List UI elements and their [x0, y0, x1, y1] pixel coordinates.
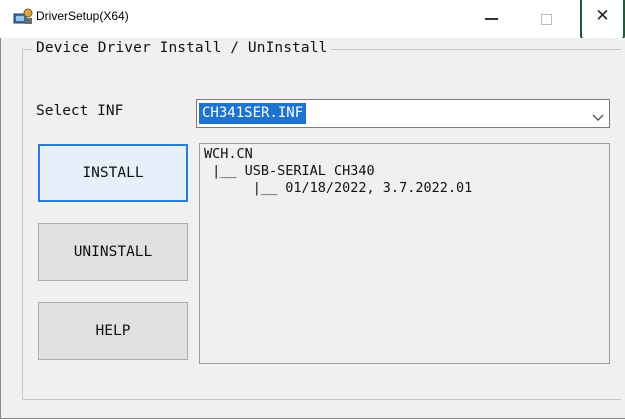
select-inf-label: Select INF	[36, 103, 124, 119]
window-title: DriverSetup(X64)	[36, 9, 129, 23]
driver-info-panel: WCH.CN |__ USB-SERIAL CH340 |__ 01/18/20…	[199, 143, 610, 364]
minimize-button[interactable]	[469, 0, 513, 38]
install-button[interactable]: INSTALL	[38, 144, 188, 202]
close-button[interactable]: ✕	[580, 0, 625, 40]
maximize-icon	[540, 13, 552, 25]
info-line-device: |__ USB-SERIAL CH340	[204, 163, 375, 179]
help-button[interactable]: HELP	[38, 302, 188, 360]
inf-select[interactable]: CH341SER.INF	[196, 99, 610, 128]
close-icon: ✕	[595, 6, 610, 26]
group-legend: Device Driver Install / UnInstall	[32, 40, 332, 56]
uninstall-button[interactable]: UNINSTALL	[38, 223, 188, 281]
minimize-icon	[484, 18, 498, 20]
maximize-button[interactable]	[524, 0, 568, 38]
title-bar[interactable]: DriverSetup(X64)	[0, 0, 625, 38]
info-line-version: |__ 01/18/2022, 3.7.2022.01	[204, 180, 473, 196]
chevron-down-icon[interactable]	[592, 109, 604, 121]
driver-setup-app-icon	[13, 8, 33, 26]
info-line-vendor: WCH.CN	[204, 146, 253, 162]
inf-select-value: CH341SER.INF	[199, 103, 307, 124]
